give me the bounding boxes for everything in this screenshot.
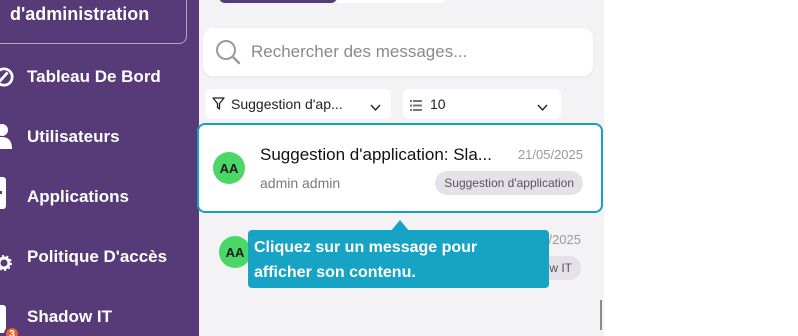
sidebar-item-access-policy[interactable]: Politique D'accès (0, 239, 199, 275)
message-sender: admin admin (260, 175, 341, 191)
list-icon (410, 98, 422, 116)
scrollbar[interactable] (600, 300, 602, 330)
search-bar (203, 28, 593, 76)
category-filter-value: Suggestion d'ap... (231, 96, 343, 112)
search-icon (215, 39, 241, 70)
sidebar-item-dashboard[interactable]: Tableau De Bord (0, 59, 199, 95)
user-icon (0, 124, 14, 149)
gear-icon (0, 255, 12, 271)
avatar: AA (213, 152, 245, 184)
message-item[interactable]: AA Suggestion d'application: Sla... 21/0… (197, 123, 603, 213)
sidebar-item-label: Politique D'accès (27, 247, 168, 266)
tab-active[interactable] (219, 0, 337, 3)
per-page-select[interactable]: 10 (403, 89, 561, 119)
admin-panel-button[interactable]: d'administration (0, 0, 187, 44)
app-root: d'administration Tableau De Bord Utilisa… (0, 0, 798, 336)
search-input[interactable] (251, 40, 581, 64)
message-date: 21/05/2025 (517, 147, 583, 162)
gauge-icon (0, 65, 14, 89)
sidebar-item-label: Tableau De Bord (27, 67, 161, 86)
message-subject: Suggestion d'application: Sla... (260, 145, 492, 164)
sidebar-item-label: Utilisateurs (27, 127, 120, 146)
sidebar-item-applications[interactable]: Applications (0, 177, 199, 215)
sidebar-item-label: Shadow IT (27, 307, 112, 326)
sidebar-item-shadow-it[interactable]: Shadow IT (0, 299, 199, 335)
sidebar: d'administration Tableau De Bord Utilisa… (0, 0, 199, 336)
chevron-down-icon (370, 99, 381, 117)
tooltip-line-2: afficher son contenu. (254, 264, 416, 281)
sidebar-item-label: Applications (27, 187, 130, 206)
message-category-tag: Suggestion d'application (435, 171, 583, 195)
message-date: /2025 (548, 232, 581, 247)
filter-icon (212, 97, 225, 115)
tooltip-line-1: Cliquez sur un message pour (254, 239, 478, 256)
sidebar-item-users[interactable]: Utilisateurs (0, 119, 199, 155)
avatar: AA (219, 236, 251, 268)
category-filter[interactable]: Suggestion d'ap... (205, 89, 391, 119)
tab-inactive[interactable] (337, 0, 447, 3)
message-detail-panel (604, 0, 798, 336)
chevron-down-icon (537, 99, 548, 117)
per-page-value: 10 (430, 96, 446, 112)
notification-badge: 3 (4, 326, 20, 336)
onboarding-tooltip: Cliquez sur un message pour afficher son… (248, 230, 549, 288)
app-icon (0, 177, 14, 209)
admin-title: d'administration (10, 4, 150, 24)
